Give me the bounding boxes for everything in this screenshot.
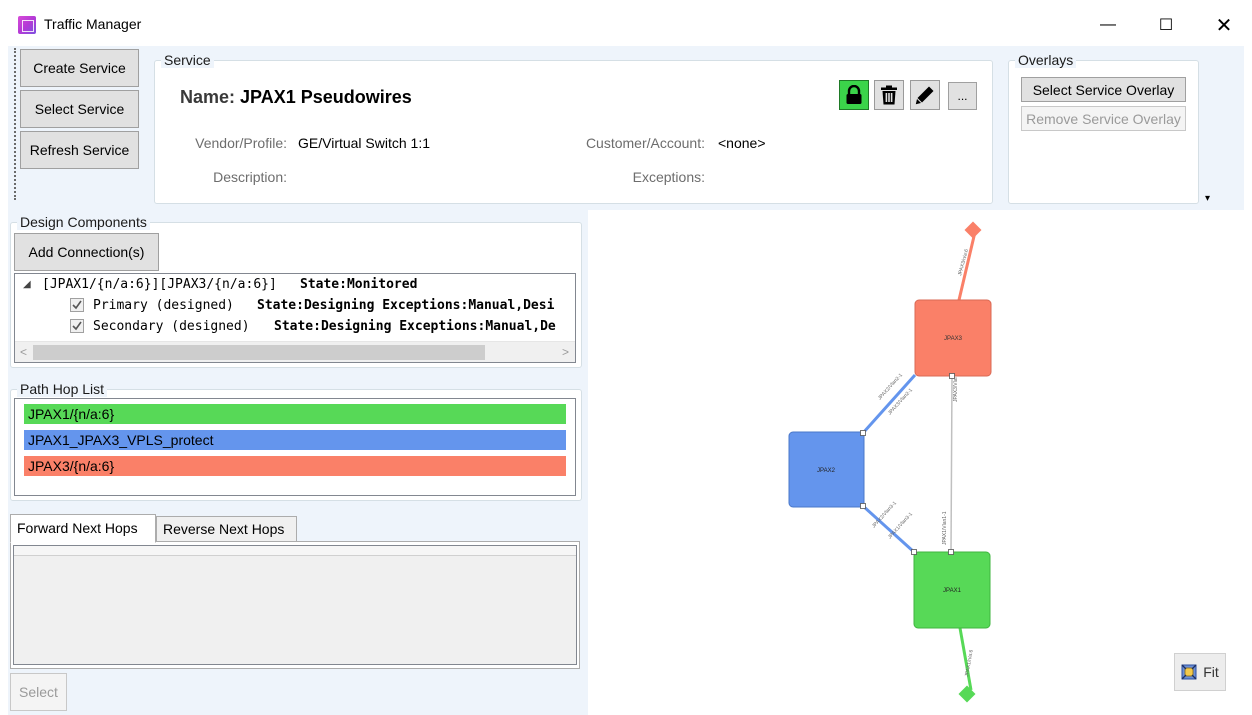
top-endpoint-diamond[interactable] <box>964 221 982 239</box>
lock-button[interactable] <box>839 80 869 110</box>
select-button[interactable]: Select <box>10 673 67 711</box>
checkbox[interactable] <box>70 298 84 312</box>
horizontal-scrollbar[interactable]: < > <box>15 341 575 362</box>
customer-value: <none> <box>718 135 766 151</box>
add-connections-button[interactable]: Add Connection(s) <box>14 233 159 271</box>
port-handle[interactable] <box>860 503 866 509</box>
window-title: Traffic Manager <box>44 16 142 32</box>
fit-button[interactable]: Fit <box>1174 653 1226 691</box>
scroll-right-icon[interactable]: > <box>562 345 569 359</box>
customer-label: Customer/Account: <box>585 135 705 151</box>
select-service-button[interactable]: Select Service <box>20 90 139 128</box>
port-handle[interactable] <box>948 549 954 555</box>
service-group-title: Service <box>161 52 214 68</box>
node-label: JPAX2 <box>817 468 836 474</box>
scrollbar-thumb[interactable] <box>33 345 485 360</box>
vendor-label: Vendor/Profile: <box>195 135 287 151</box>
checkbox[interactable] <box>70 319 84 333</box>
hop-item[interactable]: JPAX3/{n/a:6} <box>24 456 566 476</box>
more-button[interactable]: ... <box>948 82 977 110</box>
expander-icon[interactable]: ◢ <box>23 274 31 295</box>
node-label: JPAX3 <box>944 336 963 342</box>
create-service-button[interactable]: Create Service <box>20 49 139 87</box>
path-hop-list[interactable]: JPAX1/{n/a:6} JPAX1_JPAX3_VPLS_protect J… <box>14 398 576 496</box>
hop-item[interactable]: JPAX1/{n/a:6} <box>24 404 566 424</box>
port-handle[interactable] <box>860 430 866 436</box>
pencil-icon <box>915 86 934 105</box>
toolbar-overflow-icon[interactable]: ▾ <box>1205 193 1210 204</box>
close-button[interactable]: ✕ <box>1201 8 1247 42</box>
title-bar: Traffic Manager — ☐ ✕ <box>0 0 1252 46</box>
port-handle[interactable] <box>949 373 955 379</box>
minimize-button[interactable]: — <box>1085 8 1131 42</box>
tree-root-path: [JPAX1/{n/a:6}][JPAX3/{n/a:6}] <box>42 277 277 292</box>
tree-child-detail: State:Designing Exceptions:Manual,Desi <box>257 298 555 313</box>
design-components-title: Design Components <box>17 214 150 230</box>
next-hops-list[interactable] <box>13 545 577 665</box>
bottom-endpoint-diamond[interactable] <box>958 685 976 703</box>
maximize-button[interactable]: ☐ <box>1143 8 1189 42</box>
lock-icon <box>846 85 862 104</box>
overlays-group-title: Overlays <box>1015 52 1077 68</box>
tree-root-state: State:Monitored <box>300 277 418 292</box>
tree-root-row[interactable]: ◢ [JPAX1/{n/a:6}][JPAX3/{n/a:6}] State:M… <box>15 274 575 295</box>
select-service-overlay-button[interactable]: Select Service Overlay <box>1021 77 1186 102</box>
service-name-value: JPAX1 Pseudowires <box>240 87 412 107</box>
remove-service-overlay-button[interactable]: Remove Service Overlay <box>1021 106 1186 131</box>
link-label: JPAX1/Vlan3-1 <box>887 511 914 540</box>
tab-forward-next-hops[interactable]: Forward Next Hops <box>10 514 156 543</box>
node-label: JPAX1 <box>943 588 962 594</box>
next-hops-tab-panel <box>10 541 580 669</box>
service-name: Name: JPAX1 Pseudowires <box>180 87 412 108</box>
checkmark-icon <box>72 321 82 331</box>
port-handle[interactable] <box>911 549 917 555</box>
scroll-left-icon[interactable]: < <box>20 345 27 359</box>
delete-button[interactable] <box>874 80 904 110</box>
tab-reverse-next-hops[interactable]: Reverse Next Hops <box>156 516 297 542</box>
vendor-value: GE/Virtual Switch 1:1 <box>298 135 431 151</box>
service-name-label: Name: <box>180 87 236 107</box>
tree-child-detail: State:Designing Exceptions:Manual,De <box>274 319 556 334</box>
link-jpax3-jpax1[interactable] <box>950 375 953 553</box>
checkmark-icon <box>72 300 82 310</box>
link-label: JPAX1/Vlan1-1 <box>942 511 948 545</box>
tree-child-name: Secondary (designed) <box>93 319 250 334</box>
fit-icon <box>1181 664 1197 680</box>
hop-item[interactable]: JPAX1_JPAX3_VPLS_protect <box>24 430 566 450</box>
app-icon <box>18 16 36 34</box>
topology-diagram[interactable]: JPAX3/n/a:6 JPAX2/Vlan2-1 JPAX3/Vlan2-1 … <box>588 210 1244 715</box>
topology-canvas[interactable]: JPAX3/n/a:6 JPAX2/Vlan2-1 JPAX3/Vlan2-1 … <box>588 210 1244 715</box>
refresh-service-button[interactable]: Refresh Service <box>20 131 139 169</box>
edit-button[interactable] <box>910 80 940 110</box>
exceptions-label: Exceptions: <box>632 169 705 185</box>
tree-child-row[interactable]: Primary (designed) State:Designing Excep… <box>15 295 575 316</box>
fit-label: Fit <box>1203 664 1219 680</box>
description-label: Description: <box>213 169 287 185</box>
tree-child-name: Primary (designed) <box>93 298 234 313</box>
design-tree[interactable]: ◢ [JPAX1/{n/a:6}][JPAX3/{n/a:6}] State:M… <box>14 273 576 363</box>
tree-child-row[interactable]: Secondary (designed) State:Designing Exc… <box>15 316 575 337</box>
path-hop-list-title: Path Hop List <box>17 381 108 397</box>
trash-icon <box>881 85 897 105</box>
toolbar-grip[interactable] <box>14 48 16 200</box>
